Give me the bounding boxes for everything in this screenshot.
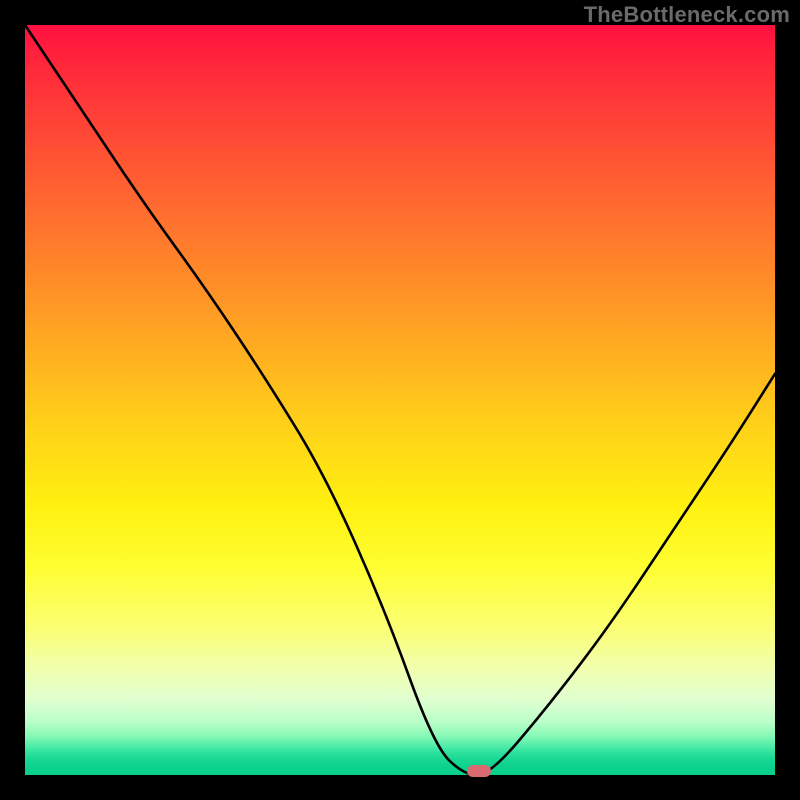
bottleneck-line-svg (25, 25, 775, 775)
optimal-marker (467, 765, 491, 777)
bottleneck-line-path (25, 25, 775, 775)
plot-area (25, 25, 775, 775)
chart-frame: TheBottleneck.com (0, 0, 800, 800)
